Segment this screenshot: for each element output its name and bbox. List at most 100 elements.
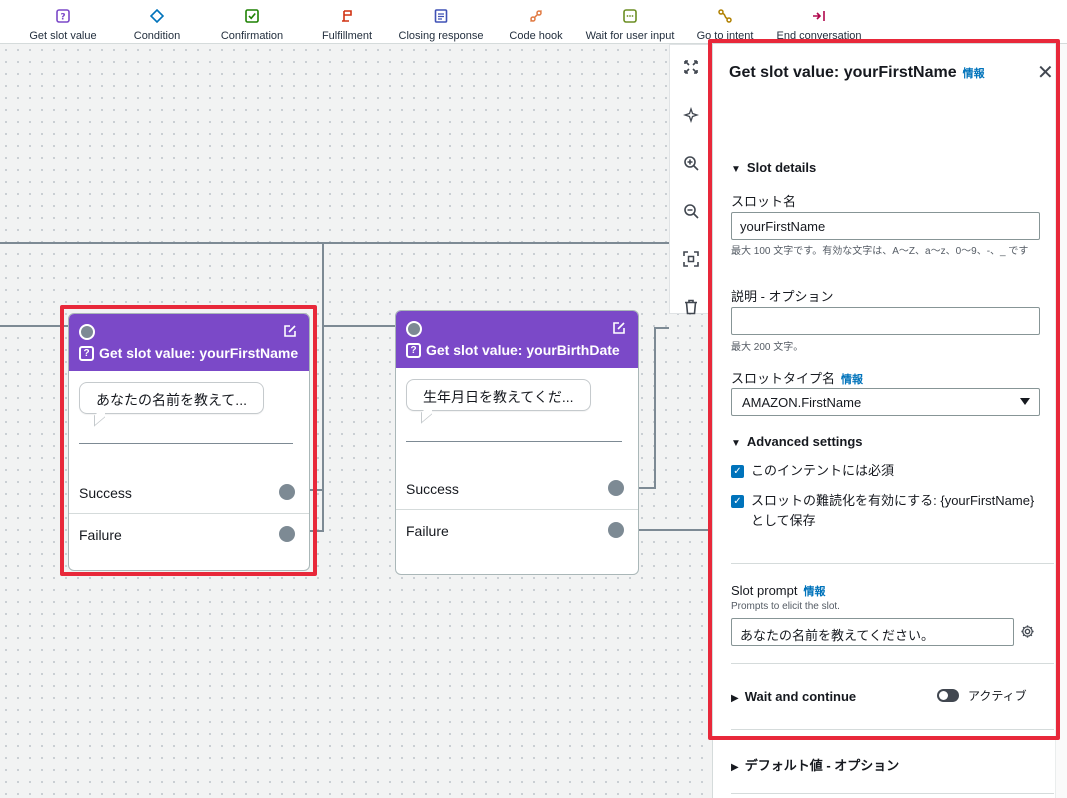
flow-node-get-slot-birth-date[interactable]: ? Get slot value: yourBirthDate 生年月日を教えて… — [395, 310, 639, 575]
success-port[interactable] — [279, 484, 295, 500]
edit-icon[interactable] — [612, 321, 626, 335]
slot-details-toggle[interactable]: ▼ Slot details — [731, 160, 816, 175]
input-port[interactable] — [79, 324, 95, 340]
caret-down-icon: ▼ — [731, 164, 741, 175]
success-port[interactable] — [608, 480, 624, 496]
divider — [731, 729, 1054, 730]
divider — [731, 793, 1054, 794]
fit-view-icon[interactable] — [683, 59, 699, 75]
auto-layout-icon[interactable] — [683, 107, 699, 123]
toolbar-label: Confirmation — [220, 30, 284, 42]
info-link[interactable]: 情報 — [803, 586, 825, 598]
toolbar-condition[interactable]: Condition — [128, 0, 186, 44]
delete-icon[interactable] — [683, 299, 699, 315]
input-port[interactable] — [406, 321, 422, 337]
failure-port[interactable] — [279, 526, 295, 542]
toolbar-get-slot-value[interactable]: ? Get slot value — [22, 0, 104, 44]
gear-icon[interactable] — [1020, 624, 1035, 639]
focus-icon[interactable] — [683, 251, 699, 267]
code-hook-icon — [529, 9, 543, 23]
caret-right-icon: ▶ — [731, 762, 739, 773]
panel-title: Get slot value: yourFirstName 情報 — [729, 64, 985, 82]
wait-continue-toggle[interactable]: ▶ Wait and continue — [731, 689, 856, 704]
slot-name-hint: 最大 100 文字です。有効な文字は、A〜Z、a〜z、0〜9、-、_ です — [731, 246, 1029, 257]
caret-down-icon — [1020, 398, 1030, 405]
description-hint: 最大 200 文字。 — [731, 342, 804, 353]
toolbar-label: Condition — [133, 30, 181, 42]
connector-line — [654, 327, 669, 329]
slot-type-label-row: スロットタイプ名 情報 — [731, 368, 863, 387]
canvas-tools — [669, 44, 711, 315]
wait-continue-status: アクティブ — [968, 689, 1027, 703]
obfuscate-checkbox[interactable]: ✓ — [731, 495, 744, 508]
divider — [406, 441, 622, 442]
slot-prompt-label: Slot prompt — [731, 583, 798, 598]
divider — [79, 443, 293, 444]
obfuscate-label: スロットの難読化を有効にする: {yourFirstName} として保存 — [751, 493, 1035, 528]
dots-box-icon — [623, 9, 637, 23]
toolbar-fulfillment[interactable]: Fulfillment — [316, 0, 378, 44]
failure-branch: Failure — [69, 513, 309, 555]
failure-port[interactable] — [608, 522, 624, 538]
close-icon[interactable]: ✕ — [1037, 63, 1054, 83]
divider — [731, 663, 1054, 664]
check-box-icon — [245, 9, 259, 23]
wait-continue-switch[interactable] — [937, 689, 959, 702]
description-input[interactable] — [731, 307, 1040, 335]
node-header: ? Get slot value: yourFirstName — [69, 314, 309, 371]
flag-icon — [342, 10, 352, 22]
slot-type-select[interactable]: AMAZON.FirstName — [731, 388, 1040, 416]
caret-right-icon: ▶ — [731, 693, 739, 704]
node-title-text: Get slot value: yourFirstName — [99, 345, 299, 361]
default-value-label: デフォルト値 - オプション — [744, 758, 900, 773]
toolbar-label: Get slot value — [29, 30, 97, 42]
info-link[interactable]: 情報 — [963, 68, 985, 80]
toolbar-go-to-intent[interactable]: Go to intent — [692, 0, 758, 44]
slot-prompt-hint: Prompts to elicit the slot. — [731, 601, 840, 612]
toolbar-end-conversation[interactable]: End conversation — [776, 0, 862, 44]
success-label: Success — [406, 481, 459, 497]
prompt-bubble: 生年月日を教えてくだ... — [406, 379, 591, 411]
slot-details-label: Slot details — [746, 160, 817, 175]
slot-prompt-label-row: Slot prompt 情報 — [731, 583, 825, 599]
panel-scrollbar[interactable] — [1055, 44, 1067, 798]
required-label: このインテントには必須 — [751, 463, 895, 478]
svg-text:?: ? — [60, 13, 65, 23]
divider — [731, 563, 1054, 564]
toolbar-label: Code hook — [509, 30, 563, 42]
toolbar-label: Wait for user input — [585, 30, 675, 42]
toolbar-closing-response[interactable]: Closing response — [398, 0, 484, 44]
node-title-text: Get slot value: yourBirthDate — [426, 342, 620, 358]
question-box-icon: ? — [56, 9, 70, 23]
question-box-icon: ? — [79, 345, 94, 361]
edit-icon[interactable] — [283, 324, 297, 338]
caret-down-icon: ▼ — [731, 438, 741, 449]
default-value-toggle[interactable]: ▶ デフォルト値 - オプション — [731, 755, 899, 774]
node-title: ? Get slot value: yourBirthDate — [406, 342, 620, 358]
prompt-bubble: あなたの名前を教えて... — [79, 382, 264, 414]
toolbar-wait-for-user-input[interactable]: Wait for user input — [582, 0, 678, 44]
advanced-settings-label: Advanced settings — [746, 434, 863, 449]
required-checkbox[interactable]: ✓ — [731, 465, 744, 478]
node-title: ? Get slot value: yourFirstName — [79, 345, 298, 361]
toolbar-label: Go to intent — [696, 30, 754, 42]
slot-name-label: スロット名 — [731, 194, 797, 209]
failure-label: Failure — [406, 523, 449, 539]
success-label: Success — [79, 485, 132, 501]
zoom-out-icon[interactable] — [683, 203, 699, 219]
info-link[interactable]: 情報 — [841, 374, 863, 386]
success-branch: Success — [396, 468, 638, 510]
document-icon — [434, 9, 448, 23]
toolbar: ? Get slot value Condition Confirmation … — [0, 0, 1067, 44]
wait-continue-label: Wait and continue — [744, 689, 857, 704]
slot-prompt-input[interactable]: あなたの名前を教えてください。 — [731, 618, 1014, 646]
toolbar-confirmation[interactable]: Confirmation — [216, 0, 288, 44]
advanced-settings-toggle[interactable]: ▼ Advanced settings — [731, 434, 863, 449]
slot-name-input[interactable]: yourFirstName — [731, 212, 1040, 240]
exit-icon — [813, 11, 825, 21]
slot-settings-panel: Get slot value: yourFirstName 情報 ✕ ▼ Slot … — [712, 44, 1067, 798]
flow-node-get-slot-first-name[interactable]: ? Get slot value: yourFirstName あなたの名前を教… — [68, 313, 310, 571]
toolbar-code-hook[interactable]: Code hook — [506, 0, 566, 44]
zoom-in-icon[interactable] — [683, 155, 699, 171]
slot-type-value: AMAZON.FirstName — [742, 395, 862, 410]
